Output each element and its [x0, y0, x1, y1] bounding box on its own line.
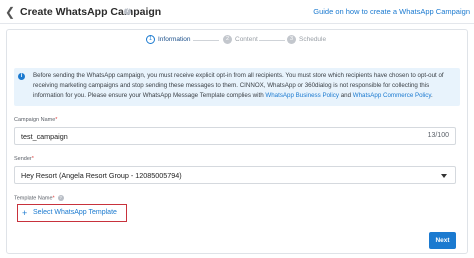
campaign-name-input[interactable]	[21, 130, 401, 143]
commerce-policy-link[interactable]: WhatsApp Commerce Policy	[353, 92, 431, 99]
notice-text-middle: and	[338, 92, 353, 100]
page-header: ❮ Create WhatsApp Campaign ? Guide on ho…	[0, 0, 474, 24]
step-connector	[259, 40, 285, 41]
chevron-left-icon[interactable]: ❮	[5, 5, 17, 19]
step-number: 3	[287, 34, 296, 44]
campaign-name-label-text: Campaign Name	[14, 117, 56, 123]
plus-icon: +	[22, 208, 28, 218]
chevron-down-icon[interactable]	[441, 174, 447, 178]
step-label: Information	[158, 36, 191, 43]
step-information[interactable]: 1 Information	[146, 34, 191, 46]
campaign-name-label: Campaign Name*	[14, 117, 57, 123]
sender-label-text: Sender	[14, 156, 32, 162]
opt-in-notice: i Before sending the WhatsApp campaign, …	[14, 68, 460, 106]
select-template-label: Select WhatsApp Template	[33, 209, 117, 216]
business-policy-link[interactable]: WhatsApp Business Policy	[265, 92, 339, 99]
select-template-button[interactable]: + Select WhatsApp Template	[17, 204, 127, 222]
help-circle-icon[interactable]: ?	[124, 8, 131, 15]
step-number: 2	[223, 34, 232, 44]
notice-text-after: .	[431, 92, 433, 100]
page-title: Create WhatsApp Campaign	[20, 6, 162, 18]
info-icon: i	[18, 73, 25, 80]
step-connector	[193, 40, 219, 41]
sender-select[interactable]: Hey Resort (Angela Resort Group - 120850…	[14, 166, 456, 184]
step-label: Content	[235, 36, 258, 43]
step-label: Schedule	[299, 36, 327, 43]
template-name-label: Template Name*?	[14, 195, 64, 201]
template-name-label-text: Template Name	[14, 195, 53, 202]
campaign-name-field[interactable]: 13/100	[14, 127, 456, 145]
step-content[interactable]: 2 Content	[223, 34, 258, 46]
sender-label: Sender*	[14, 156, 34, 162]
next-button[interactable]: Next	[429, 232, 456, 249]
step-number: 1	[146, 34, 155, 44]
step-schedule[interactable]: 3 Schedule	[287, 34, 326, 46]
required-mark: *	[55, 117, 58, 123]
character-counter: 13/100	[427, 132, 449, 139]
required-mark: *	[31, 156, 34, 162]
help-circle-icon[interactable]: ?	[57, 195, 64, 201]
required-mark: *	[52, 195, 55, 202]
notice-text: Before sending the WhatsApp campaign, yo…	[33, 71, 457, 102]
sender-selected-value: Hey Resort (Angela Resort Group - 120850…	[21, 171, 182, 180]
guide-link[interactable]: Guide on how to create a WhatsApp Campai…	[313, 7, 470, 16]
